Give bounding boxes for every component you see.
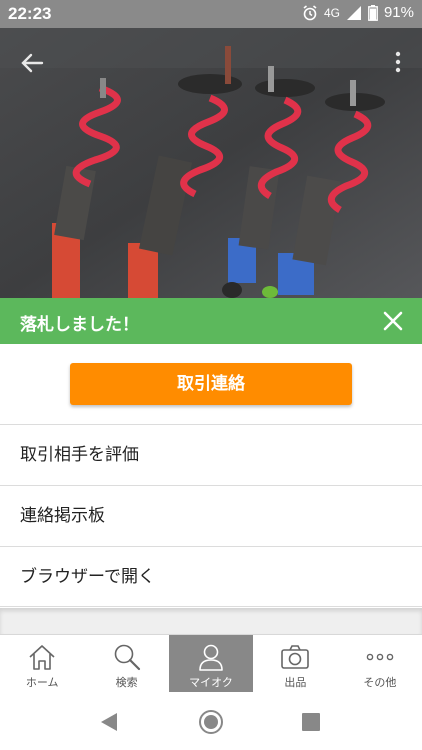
system-nav-bar [0,692,422,750]
tab-my-auction[interactable]: マイオク [168,635,254,692]
more-vert-icon[interactable] [394,50,402,74]
coilover-photo [0,28,422,298]
home-icon [0,643,84,671]
search-icon [84,643,168,671]
tab-search[interactable]: 検索 [84,635,168,692]
status-time: 22:23 [8,4,52,23]
nav-recent-icon[interactable] [302,713,320,735]
person-icon [169,643,253,671]
battery-icon [368,4,378,21]
section-divider [0,608,422,634]
action-menu: 取引相手を評価 連絡掲示板 ブラウザーで開く [0,424,422,607]
menu-item-message-board[interactable]: 連絡掲示板 [0,485,422,546]
network-type: 4G [323,5,340,20]
bottom-tab-bar: ホーム 検索 マイオク 出品 その他 [0,634,422,692]
item-photo[interactable] [0,28,422,298]
nav-back-icon[interactable] [100,712,118,736]
success-banner: 落札しました！ [0,298,422,344]
status-bar: 22:23 4G 91% [0,0,422,28]
trade-contact-button[interactable]: 取引連絡 [70,363,352,405]
tab-sell[interactable]: 出品 [253,635,337,692]
tab-search-label: 検索 [115,676,138,689]
tab-my-auction-label: マイオク [189,676,233,689]
more-dots-icon [338,643,422,671]
tab-home[interactable]: ホーム [0,635,84,692]
nav-home-icon[interactable] [198,709,224,739]
battery-level: 91% [383,4,414,21]
status-icons: 4G 91% [302,4,414,21]
signal-icon [346,5,362,21]
tab-home-label: ホーム [25,676,59,689]
tab-sell-label: 出品 [284,676,307,689]
back-arrow-icon[interactable] [18,48,48,78]
alarm-icon [302,4,318,21]
menu-item-open-browser[interactable]: ブラウザーで開く [0,546,422,607]
menu-item-rate-partner[interactable]: 取引相手を評価 [0,424,422,485]
tab-other[interactable]: その他 [338,635,422,692]
tab-other-label: その他 [363,676,397,689]
banner-message: 落札しました！ [20,315,139,335]
camera-icon [253,643,337,671]
close-icon[interactable] [378,306,408,336]
